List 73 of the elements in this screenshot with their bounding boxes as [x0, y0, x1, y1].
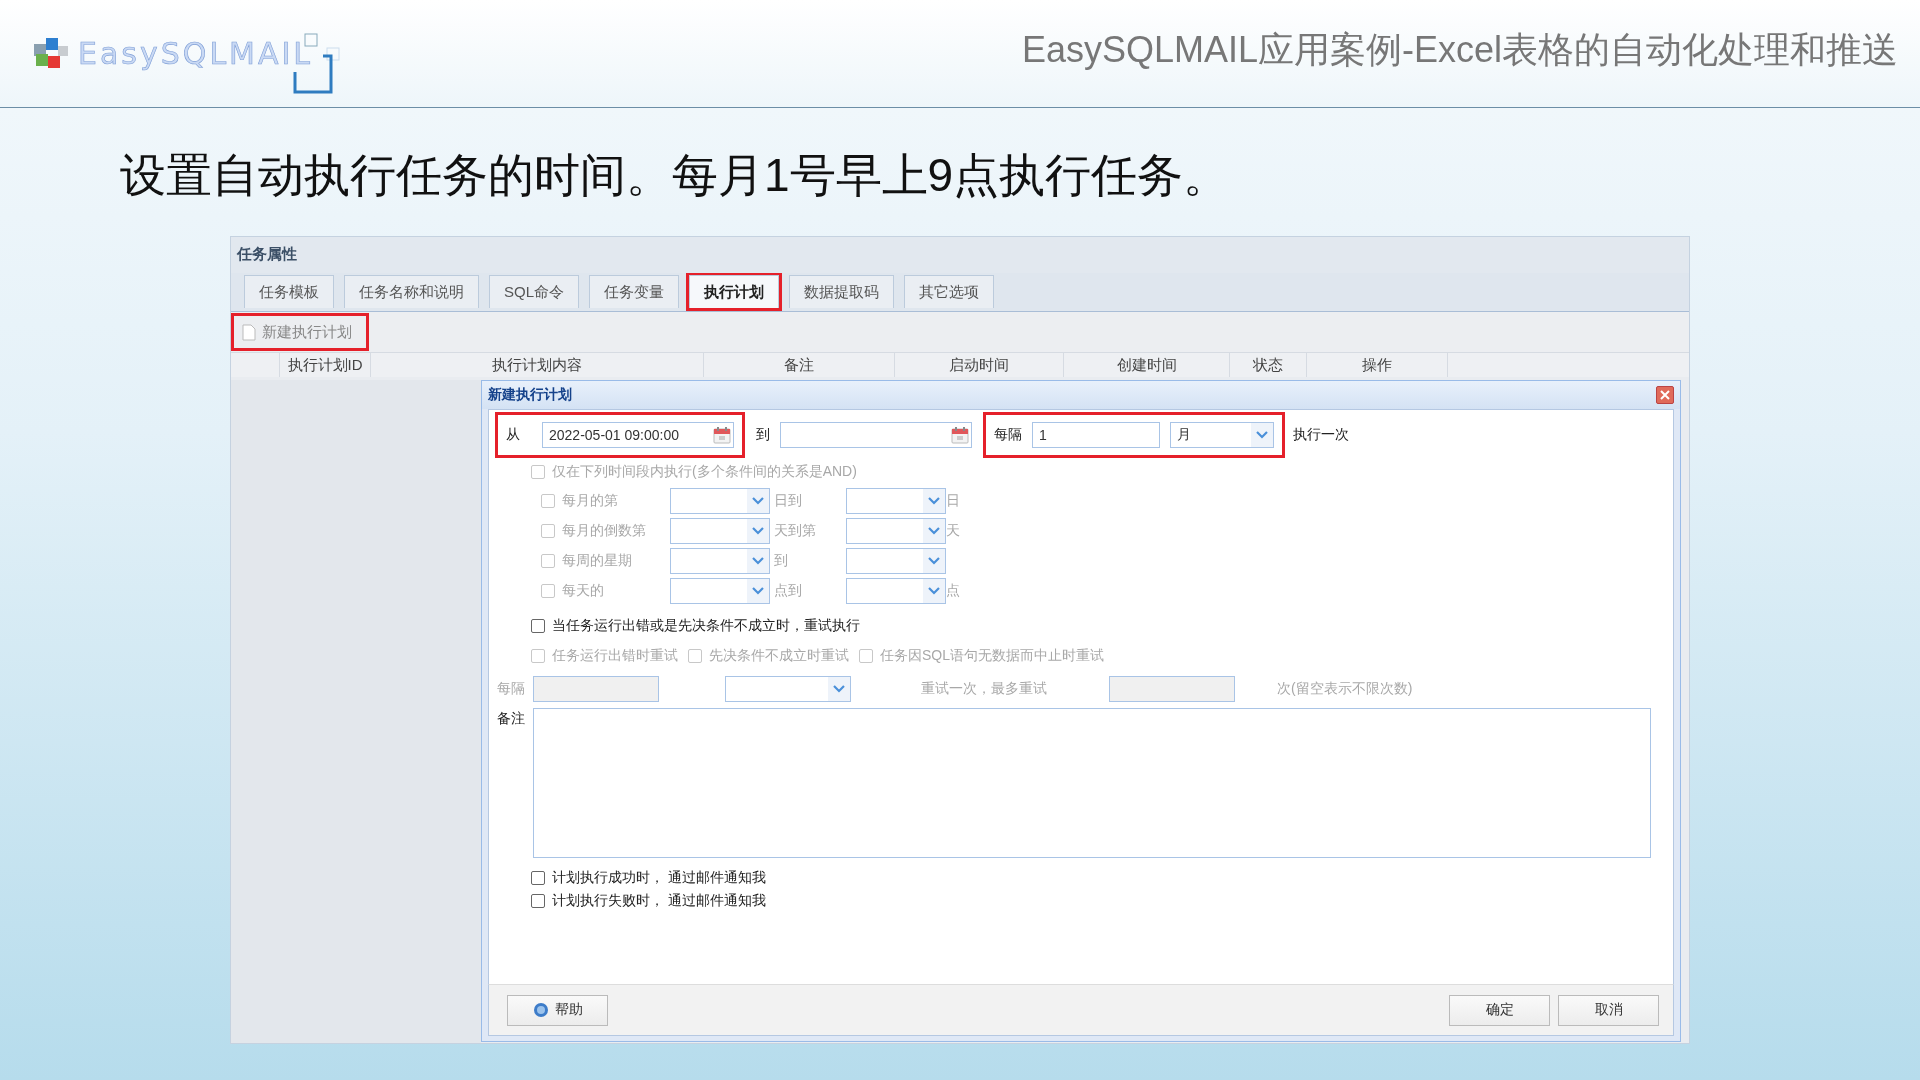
input-field[interactable]: 1	[1032, 422, 1160, 448]
dropdown[interactable]: 月	[1170, 422, 1274, 448]
document-icon	[242, 323, 256, 341]
dropdown[interactable]	[846, 518, 946, 544]
input-field[interactable]	[533, 676, 659, 702]
tab[interactable]: 任务变量	[589, 275, 679, 308]
input-field[interactable]	[1109, 676, 1235, 702]
field-label: 执行一次	[1293, 426, 1349, 444]
field-label: 次(留空表示不限次数)	[1277, 680, 1413, 698]
field-label: 到	[773, 552, 789, 570]
column-header: 执行计划内容	[371, 353, 704, 377]
dropdown[interactable]	[670, 578, 770, 604]
checkbox[interactable]	[531, 870, 545, 885]
tab[interactable]: 数据提取码	[789, 275, 894, 308]
date-field[interactable]	[780, 422, 972, 448]
checkbox-label: 每月的第	[562, 492, 619, 510]
tab[interactable]: 其它选项	[904, 275, 994, 308]
ok-button[interactable]: 确定	[1449, 994, 1550, 1026]
field-label: 日到	[773, 492, 803, 510]
field-label: 点	[946, 582, 960, 600]
cancel-button[interactable]: 取消	[1558, 994, 1659, 1026]
field-label: 点到	[773, 582, 803, 600]
dialog-title: 新建执行计划	[488, 386, 572, 404]
checkbox-label: 当任务运行出错或是先决条件不成立时，重试执行	[552, 617, 860, 635]
checkbox-label: 任务因SQL语句无数据而中止时重试	[880, 647, 1104, 665]
tab[interactable]: 任务模板	[244, 275, 334, 308]
dropdown[interactable]	[846, 548, 946, 574]
dropdown[interactable]	[846, 488, 946, 514]
field-label: 每隔	[994, 426, 1022, 444]
field-label: 每隔	[496, 680, 526, 698]
dropdown[interactable]	[846, 578, 946, 604]
field-label: 重试一次，最多重试	[921, 680, 1048, 698]
field-label: 天到第	[773, 522, 817, 540]
checkbox[interactable]	[531, 893, 545, 908]
column-header: 状态	[1230, 353, 1307, 377]
help-icon	[532, 1002, 549, 1018]
checkbox[interactable]	[531, 619, 545, 633]
help-button[interactable]: 帮助	[507, 994, 608, 1026]
checkbox-label: 计划执行成功时， 通过邮件通知我	[552, 868, 766, 887]
dropdown[interactable]	[725, 676, 851, 702]
close-icon	[1660, 390, 1670, 400]
slide-title: EasySQLMAIL应用案例-Excel表格的自动化处理和推送	[1021, 28, 1898, 72]
logo-text: EasySQLMAIL	[78, 36, 314, 71]
checkbox-label: 先决条件不成立时重试	[709, 647, 849, 665]
field-label: 到	[756, 426, 770, 444]
checkbox-label: 仅在下列时间段内执行(多个条件间的关系是AND)	[552, 463, 857, 481]
field-label: 备注	[496, 710, 526, 728]
dropdown[interactable]	[670, 518, 770, 544]
column-header: 执行计划ID	[280, 353, 371, 377]
checkbox-label: 每月的倒数第	[562, 522, 647, 540]
column-header: 操作	[1307, 353, 1448, 377]
panel-title: 任务属性	[231, 237, 1689, 273]
slide-heading: 设置自动执行任务的时间。每月1号早上9点执行任务。	[119, 148, 1231, 198]
calendar-icon	[951, 426, 969, 444]
field-label: 天	[946, 522, 960, 540]
field-label: 日	[946, 492, 960, 510]
checkbox-label: 每周的星期	[562, 552, 633, 570]
column-header: 创建时间	[1064, 353, 1230, 377]
dropdown[interactable]	[670, 488, 770, 514]
calendar-icon	[713, 426, 731, 444]
tab[interactable]: SQL命令	[489, 275, 579, 308]
date-field[interactable]: 2022-05-01 09:00:00	[542, 422, 734, 448]
tab[interactable]: 执行计划	[689, 275, 779, 308]
close-button[interactable]	[1656, 386, 1674, 404]
column-header: 启动时间	[895, 353, 1064, 377]
dropdown[interactable]	[670, 548, 770, 574]
column-header: 备注	[704, 353, 895, 377]
checkbox-label: 每天的	[562, 582, 605, 600]
field-label: 从	[506, 426, 521, 444]
tab[interactable]: 任务名称和说明	[344, 275, 479, 308]
checkbox-label: 计划执行失败时， 通过邮件通知我	[552, 891, 766, 910]
note-field[interactable]	[533, 708, 1651, 858]
checkbox-label: 任务运行出错时重试	[552, 647, 678, 665]
